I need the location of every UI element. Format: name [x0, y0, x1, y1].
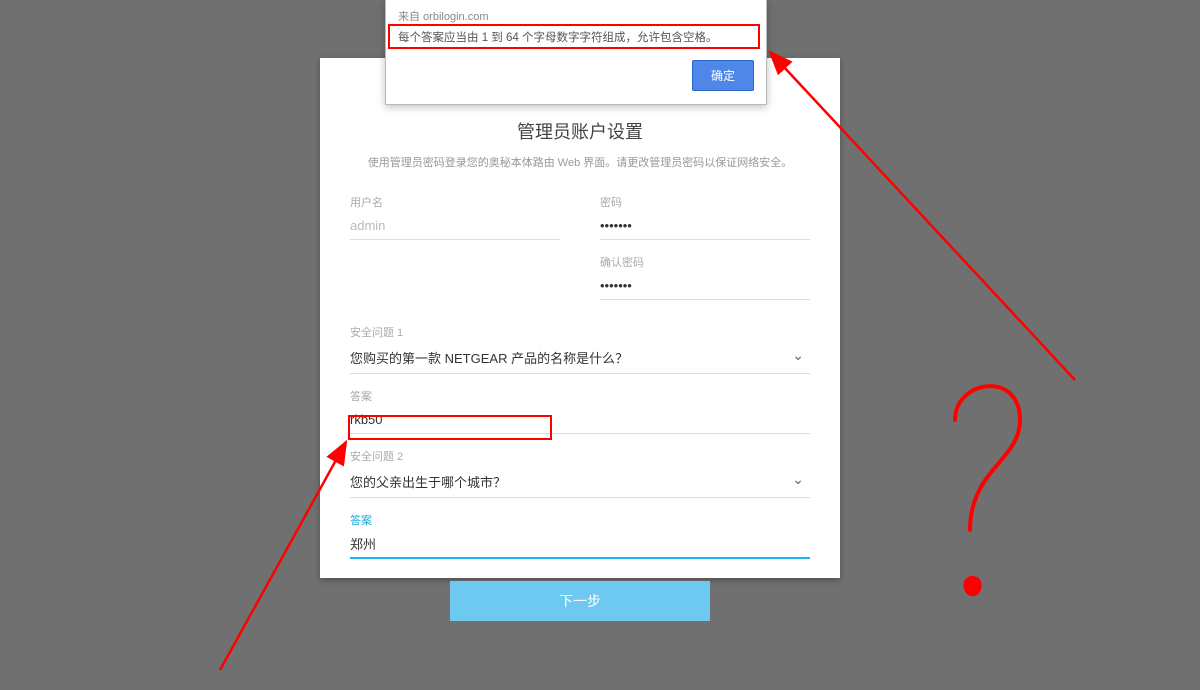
security-q1-select[interactable]: 您购买的第一款 NETGEAR 产品的名称是什么？ — [350, 344, 810, 374]
answer1-input[interactable] — [350, 408, 810, 434]
password-input[interactable] — [600, 214, 810, 240]
card-title: 管理员账户设置 — [350, 118, 810, 144]
confirm-password-input[interactable] — [600, 274, 810, 300]
username-label: 用户名 — [350, 194, 560, 210]
username-value: admin — [350, 214, 560, 240]
confirm-password-label: 确认密码 — [600, 254, 810, 270]
dialog-from-text: 来自 orbilogin.com — [398, 8, 754, 24]
dialog-ok-button[interactable]: 确定 — [692, 60, 754, 91]
alert-dialog: 来自 orbilogin.com 每个答案应当由 1 到 64 个字母数字字符组… — [385, 0, 767, 105]
answer2-input[interactable] — [350, 532, 810, 559]
card-description: 使用管理员密码登录您的奥秘本体路由 Web 界面。请更改管理员密码以保证网络安全… — [350, 154, 810, 170]
security-q1-label: 安全问题 1 — [350, 324, 810, 340]
dialog-message: 每个答案应当由 1 到 64 个字母数字字符组成，允许包含空格。 — [398, 30, 754, 46]
security-q2-label: 安全问题 2 — [350, 448, 810, 464]
answer2-label: 答案 — [350, 512, 810, 528]
password-label: 密码 — [600, 194, 810, 210]
answer1-label: 答案 — [350, 388, 810, 404]
admin-setup-card: 管理员账户设置 使用管理员密码登录您的奥秘本体路由 Web 界面。请更改管理员密… — [320, 58, 840, 578]
security-q2-select[interactable]: 您的父亲出生于哪个城市？ — [350, 468, 810, 498]
next-button[interactable]: 下一步 — [450, 581, 710, 621]
chevron-down-icon: ⌄ — [792, 471, 804, 488]
chevron-down-icon: ⌄ — [792, 347, 804, 364]
